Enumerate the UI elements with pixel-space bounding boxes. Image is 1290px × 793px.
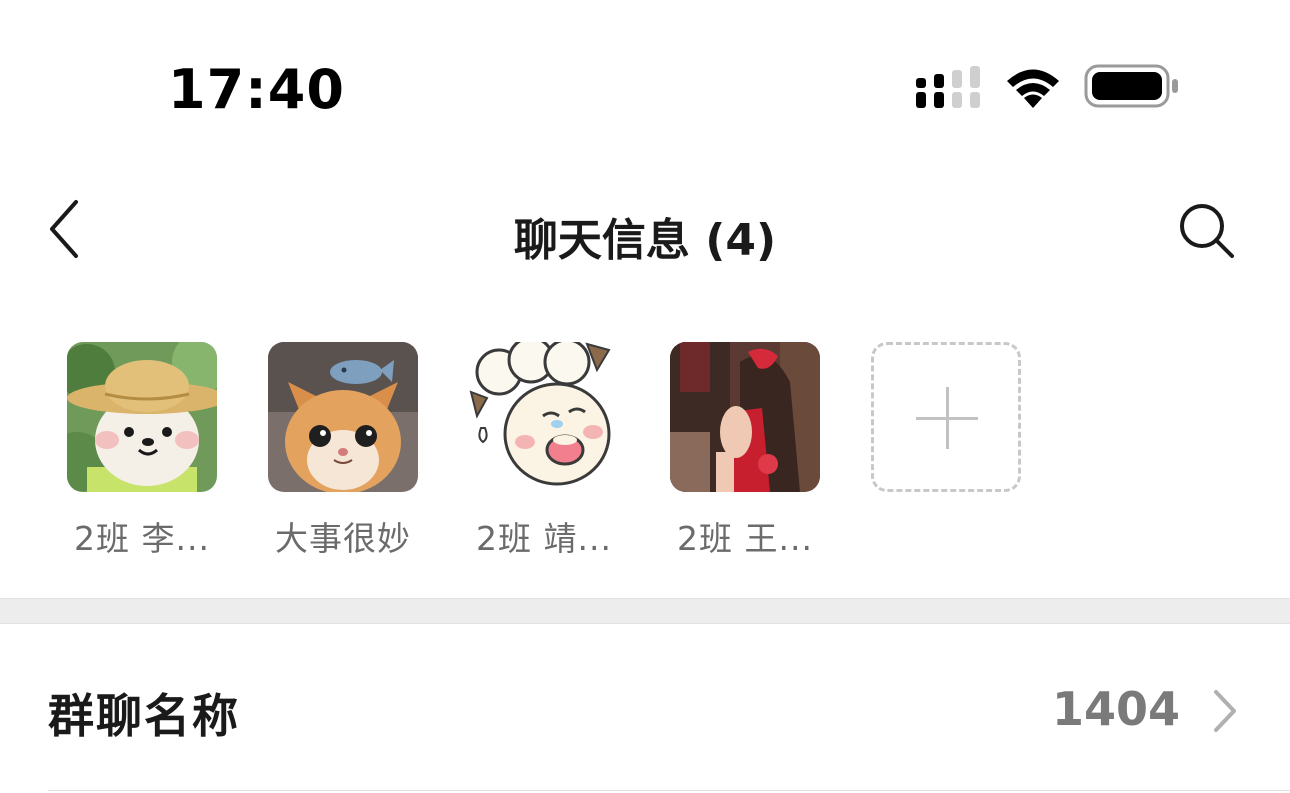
group-name-row[interactable]: 群聊名称 1404 xyxy=(0,624,1290,792)
chevron-right-icon xyxy=(1214,690,1236,732)
group-name-label: 群聊名称 xyxy=(48,689,240,743)
section-divider xyxy=(0,598,1290,624)
member-name: 2班 李... xyxy=(74,519,210,558)
member-item[interactable]: 2班 王... xyxy=(670,342,822,560)
member-name: 2班 靖... xyxy=(476,519,612,558)
cellular-signal-icon xyxy=(916,66,980,108)
wifi-icon xyxy=(1007,69,1059,108)
orange-cat-avatar xyxy=(268,342,418,492)
member-name: 大事很妙 xyxy=(275,519,411,558)
member-item[interactable]: 大事很妙 xyxy=(268,342,420,560)
plus-icon xyxy=(871,342,1021,492)
member-item[interactable]: 2班 靖... xyxy=(469,342,621,560)
member-item[interactable]: 2班 李... xyxy=(67,342,219,560)
member-name: 2班 王... xyxy=(677,519,813,558)
bear-straw-hat-avatar xyxy=(67,342,217,492)
cartoon-sheep-avatar xyxy=(469,342,619,492)
member-list: 2班 李... 大事很妙 2班 靖... 2班 王... xyxy=(67,342,1267,562)
status-time: 17:40 xyxy=(168,58,345,121)
page-title: 聊天信息 (4) xyxy=(513,215,777,266)
group-name-value: 1404 xyxy=(1051,682,1180,736)
battery-icon xyxy=(1084,64,1178,108)
girl-red-dress-avatar xyxy=(670,342,820,492)
status-bar: 17:40 xyxy=(0,0,1290,150)
search-button[interactable] xyxy=(1176,200,1238,262)
search-icon xyxy=(1180,204,1234,258)
nav-bar: 聊天信息 (4) xyxy=(0,180,1290,280)
add-member-button[interactable] xyxy=(871,342,1023,492)
row-divider xyxy=(48,790,1290,791)
